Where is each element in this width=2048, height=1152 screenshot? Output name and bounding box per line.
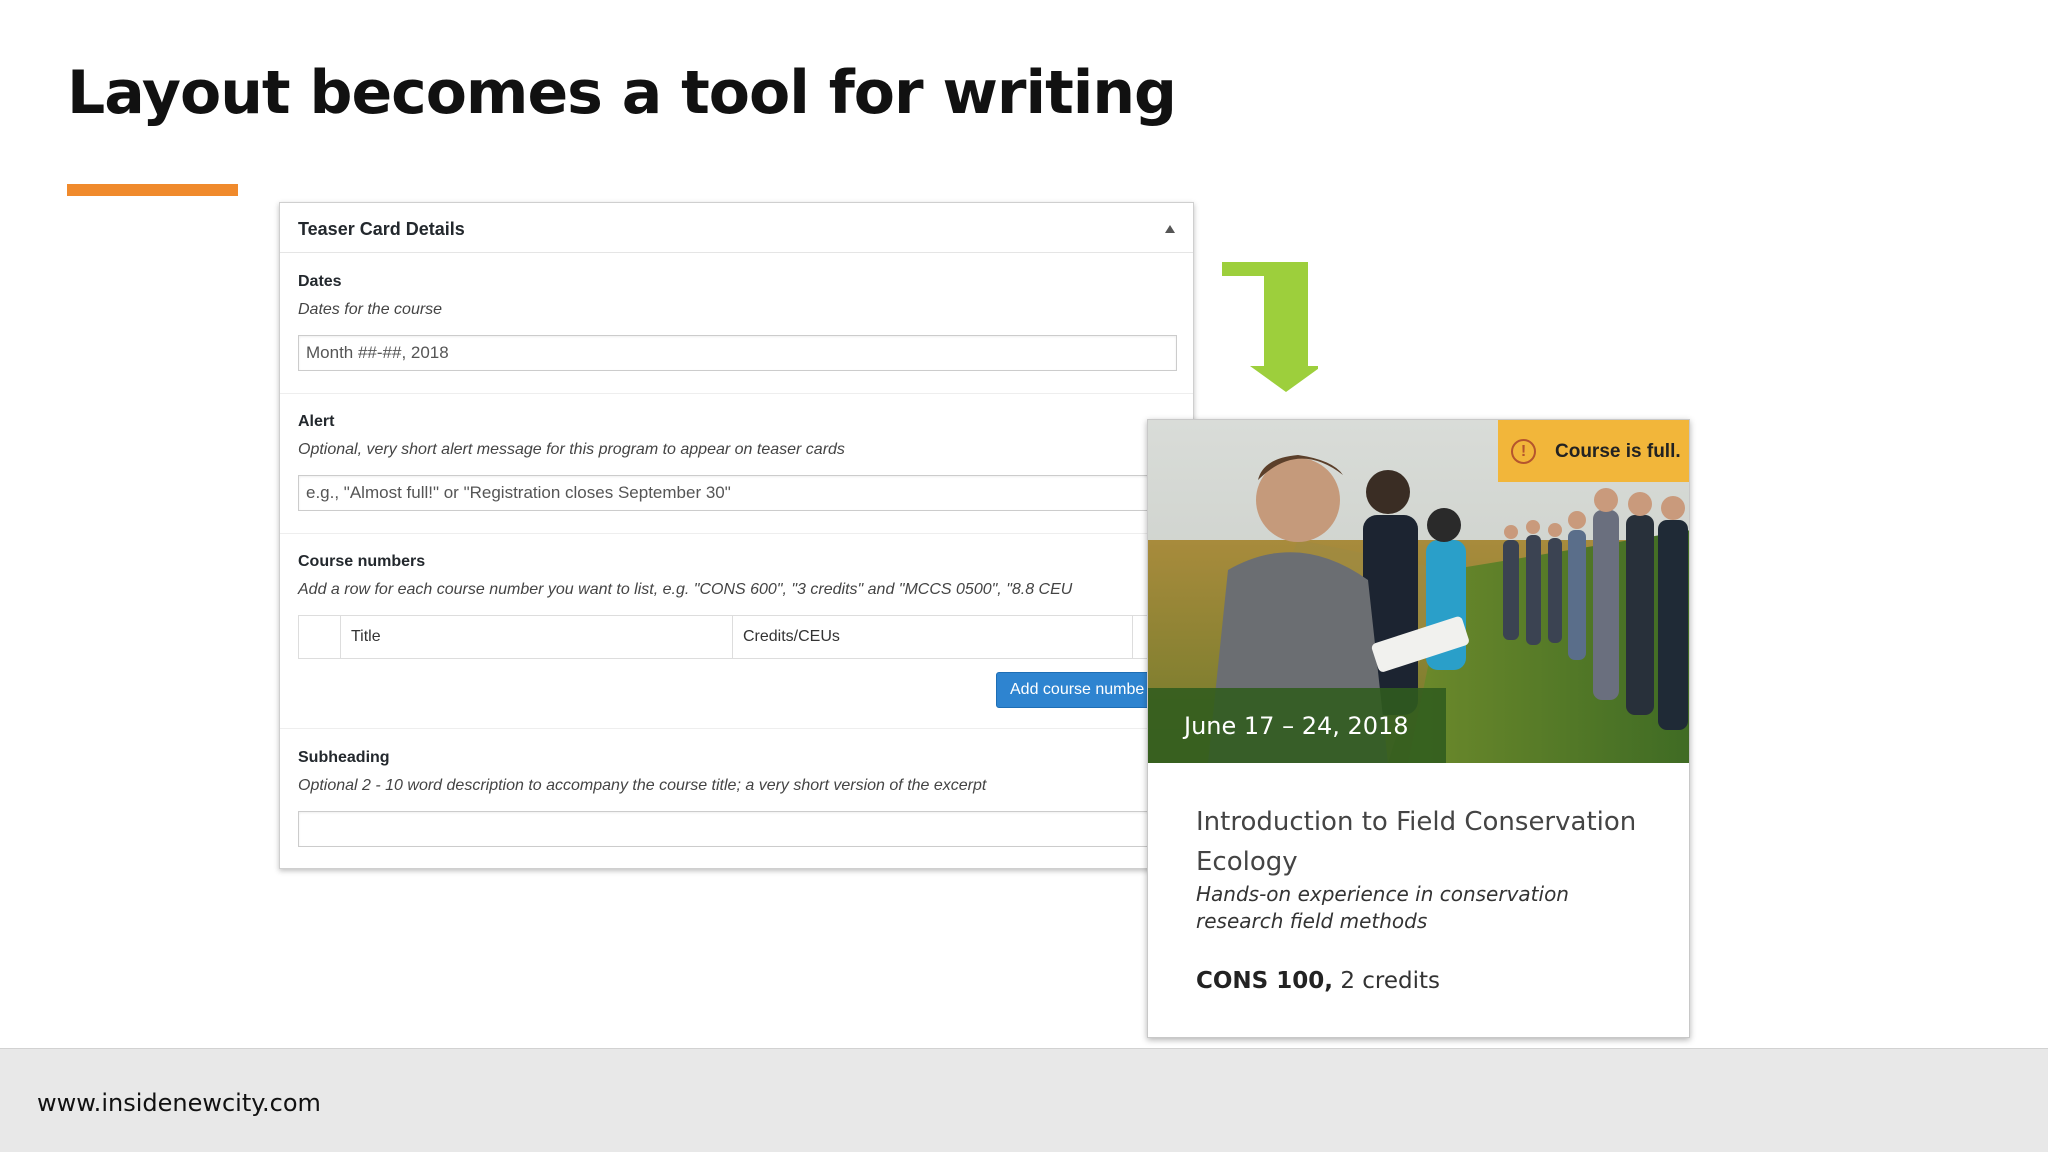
field-divider	[280, 728, 1193, 729]
alert-field: Alert Optional, very short alert message…	[298, 413, 1177, 511]
slide-title: Layout becomes a tool for writing	[67, 58, 1177, 128]
subheading-field: Subheading Optional 2 - 10 word descript…	[298, 749, 1177, 847]
bent-arrow-down-icon	[1222, 262, 1318, 392]
field-divider	[280, 533, 1193, 534]
alert-badge: ! Course is full.	[1498, 420, 1689, 482]
field-divider	[280, 393, 1193, 394]
subheading-label: Subheading	[298, 749, 390, 766]
date-banner: June 17 – 24, 2018	[1148, 688, 1446, 763]
course-title[interactable]: Introduction to Field Conservation Ecolo…	[1196, 802, 1646, 882]
dates-description: Dates for the course	[298, 301, 443, 318]
course-number-line: CONS 100, 2 credits	[1196, 968, 1440, 994]
row-handle-column	[299, 616, 341, 658]
alert-input[interactable]: e.g., "Almost full!" or "Registration cl…	[298, 475, 1177, 511]
footer-url: www.insidenewcity.com	[37, 1089, 321, 1117]
accent-bar	[67, 184, 238, 196]
course-credits: 2 credits	[1340, 968, 1441, 994]
course-dates: June 17 – 24, 2018	[1184, 712, 1409, 740]
dates-input[interactable]: Month ##-##, 2018	[298, 335, 1177, 371]
column-header-title: Title	[341, 616, 733, 658]
exclamation-circle-icon: !	[1511, 439, 1536, 464]
course-subheading: Hands-on experience in conservation rese…	[1196, 882, 1569, 933]
course-numbers-table: Title Credits/CEUs	[298, 615, 1178, 659]
alert-label: Alert	[298, 413, 335, 430]
subheading-input[interactable]	[298, 811, 1177, 847]
dates-label: Dates	[298, 273, 342, 290]
course-numbers-description: Add a row for each course number you wan…	[298, 581, 1073, 598]
subheading-description: Optional 2 - 10 word description to acco…	[298, 777, 987, 794]
panel-header[interactable]: Teaser Card Details	[280, 203, 1193, 253]
dates-field: Dates Dates for the course Month ##-##, …	[298, 273, 1177, 371]
alert-badge-text: Course is full.	[1555, 441, 1681, 462]
panel-title: Teaser Card Details	[298, 219, 465, 239]
slide-footer: www.insidenewcity.com	[0, 1048, 2048, 1152]
alert-description: Optional, very short alert message for t…	[298, 441, 845, 458]
course-photo: ! Course is full. June 17 – 24, 2018	[1148, 420, 1689, 763]
teaser-card[interactable]: ! Course is full. June 17 – 24, 2018 Int…	[1147, 419, 1690, 1038]
column-header-credits: Credits/CEUs	[733, 616, 1133, 658]
collapse-arrow-up-icon[interactable]	[1165, 225, 1175, 233]
course-numbers-field: Course numbers Add a row for each course…	[298, 553, 1178, 659]
teaser-card-details-panel: Teaser Card Details Dates Dates for the …	[279, 202, 1194, 869]
course-number: CONS 100,	[1196, 968, 1334, 994]
course-numbers-label: Course numbers	[298, 553, 426, 570]
